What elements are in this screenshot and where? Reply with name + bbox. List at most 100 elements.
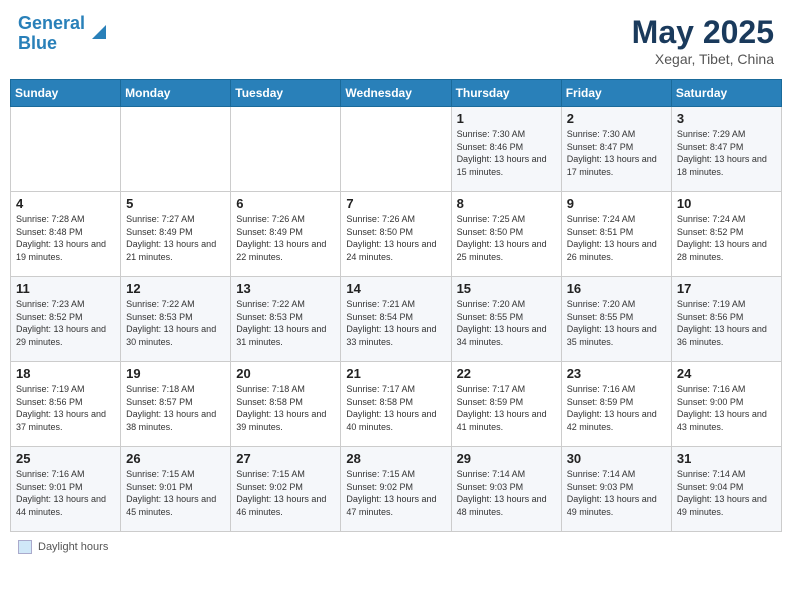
calendar-cell: 11Sunrise: 7:23 AM Sunset: 8:52 PM Dayli… xyxy=(11,277,121,362)
day-info: Sunrise: 7:20 AM Sunset: 8:55 PM Dayligh… xyxy=(457,298,556,348)
calendar-cell: 29 Sunrise: 7:14 AM Sunset: 9:03 PM Dayli… xyxy=(451,447,561,532)
day-number: 28 xyxy=(346,451,445,466)
day-number: 15 xyxy=(457,281,556,296)
calendar-cell: 17Sunrise: 7:19 AM Sunset: 8:56 PM Dayli… xyxy=(671,277,781,362)
calendar-cell: 12Sunrise: 7:22 AM Sunset: 8:53 PM Dayli… xyxy=(121,277,231,362)
day-info: Sunrise: 7:18 AM Sunset: 8:57 PM Dayligh… xyxy=(126,383,225,433)
calendar-cell xyxy=(11,107,121,192)
calendar-cell: 30Sunrise: 7:14 AM Sunset: 9:03 PM Dayli… xyxy=(561,447,671,532)
day-number: 9 xyxy=(567,196,666,211)
legend-label: Daylight hours xyxy=(38,541,108,553)
day-header-wednesday: Wednesday xyxy=(341,80,451,107)
day-info: Sunrise: 7:30 AM Sunset: 8:47 PM Dayligh… xyxy=(567,128,666,178)
day-number: 20 xyxy=(236,366,335,381)
logo: General Blue xyxy=(18,14,110,54)
day-info: Sunrise: 7:27 AM Sunset: 8:49 PM Dayligh… xyxy=(126,213,225,263)
day-info: Sunrise: 7:16 AM Sunset: 8:59 PM Dayligh… xyxy=(567,383,666,433)
day-info: Sunrise: 7:14 AM Sunset: 9:03 PM Dayligh… xyxy=(567,468,666,518)
day-info: Sunrise: 7:30 AM Sunset: 8:46 PM Dayligh… xyxy=(457,128,556,178)
day-info: Sunrise: 7:23 AM Sunset: 8:52 PM Dayligh… xyxy=(16,298,115,348)
day-info: Sunrise: 7:22 AM Sunset: 8:53 PM Dayligh… xyxy=(236,298,335,348)
day-number: 4 xyxy=(16,196,115,211)
day-number: 23 xyxy=(567,366,666,381)
day-number: 19 xyxy=(126,366,225,381)
day-info: Sunrise: 7:20 AM Sunset: 8:55 PM Dayligh… xyxy=(567,298,666,348)
day-info: Sunrise: 7:19 AM Sunset: 8:56 PM Dayligh… xyxy=(16,383,115,433)
logo-text: General Blue xyxy=(18,14,85,54)
logo-blue: Blue xyxy=(18,33,57,53)
day-info: Sunrise: 7:24 AM Sunset: 8:52 PM Dayligh… xyxy=(677,213,776,263)
day-number: 7 xyxy=(346,196,445,211)
day-number: 25 xyxy=(16,451,115,466)
day-info: Sunrise: 7:25 AM Sunset: 8:50 PM Dayligh… xyxy=(457,213,556,263)
calendar-cell: 15 Sunrise: 7:20 AM Sunset: 8:55 PM Dayli… xyxy=(451,277,561,362)
calendar-cell: 19 Sunrise: 7:18 AM Sunset: 8:57 PM Dayli… xyxy=(121,362,231,447)
day-header-tuesday: Tuesday xyxy=(231,80,341,107)
day-number: 14 xyxy=(346,281,445,296)
calendar-cell: 27Sunrise: 7:15 AM Sunset: 9:02 PM Dayli… xyxy=(231,447,341,532)
calendar-cell: 14 Sunrise: 7:21 AM Sunset: 8:54 PM Dayli… xyxy=(341,277,451,362)
day-number: 13 xyxy=(236,281,335,296)
calendar-cell: 24 Sunrise: 7:16 AM Sunset: 9:00 PM Dayli… xyxy=(671,362,781,447)
day-number: 17 xyxy=(677,281,776,296)
calendar-cell: 16 Sunrise: 7:20 AM Sunset: 8:55 PM Dayli… xyxy=(561,277,671,362)
day-number: 8 xyxy=(457,196,556,211)
day-number: 27 xyxy=(236,451,335,466)
calendar-cell xyxy=(341,107,451,192)
day-header-monday: Monday xyxy=(121,80,231,107)
day-number: 31 xyxy=(677,451,776,466)
day-number: 2 xyxy=(567,111,666,126)
calendar-cell: 5 Sunrise: 7:27 AM Sunset: 8:49 PM Daylig… xyxy=(121,192,231,277)
calendar-cell: 3 Sunrise: 7:29 AM Sunset: 8:47 PM Daylig… xyxy=(671,107,781,192)
day-number: 22 xyxy=(457,366,556,381)
day-header-friday: Friday xyxy=(561,80,671,107)
location-title: Xegar, Tibet, China xyxy=(632,51,774,67)
legend-box xyxy=(18,540,32,554)
calendar-cell: 28 Sunrise: 7:15 AM Sunset: 9:02 PM Dayli… xyxy=(341,447,451,532)
day-number: 1 xyxy=(457,111,556,126)
day-info: Sunrise: 7:24 AM Sunset: 8:51 PM Dayligh… xyxy=(567,213,666,263)
day-number: 21 xyxy=(346,366,445,381)
day-number: 5 xyxy=(126,196,225,211)
day-number: 18 xyxy=(16,366,115,381)
day-info: Sunrise: 7:17 AM Sunset: 8:58 PM Dayligh… xyxy=(346,383,445,433)
day-header-saturday: Saturday xyxy=(671,80,781,107)
day-header-thursday: Thursday xyxy=(451,80,561,107)
day-info: Sunrise: 7:14 AM Sunset: 9:03 PM Dayligh… xyxy=(457,468,556,518)
day-number: 24 xyxy=(677,366,776,381)
calendar-header: SundayMondayTuesdayWednesdayThursdayFrid… xyxy=(11,80,782,107)
calendar-cell: 6 Sunrise: 7:26 AM Sunset: 8:49 PM Daylig… xyxy=(231,192,341,277)
day-header-sunday: Sunday xyxy=(11,80,121,107)
logo-icon xyxy=(88,21,110,43)
day-info: Sunrise: 7:18 AM Sunset: 8:58 PM Dayligh… xyxy=(236,383,335,433)
calendar-cell: 1 Sunrise: 7:30 AM Sunset: 8:46 PM Daylig… xyxy=(451,107,561,192)
calendar-cell: 23 Sunrise: 7:16 AM Sunset: 8:59 PM Dayli… xyxy=(561,362,671,447)
logo-general: General xyxy=(18,13,85,33)
calendar-cell: 21 Sunrise: 7:17 AM Sunset: 8:58 PM Dayli… xyxy=(341,362,451,447)
day-number: 10 xyxy=(677,196,776,211)
calendar-cell: 13 Sunrise: 7:22 AM Sunset: 8:53 PM Dayli… xyxy=(231,277,341,362)
calendar-cell: 4Sunrise: 7:28 AM Sunset: 8:48 PM Daylig… xyxy=(11,192,121,277)
day-info: Sunrise: 7:15 AM Sunset: 9:02 PM Dayligh… xyxy=(346,468,445,518)
day-number: 6 xyxy=(236,196,335,211)
calendar-cell: 25Sunrise: 7:16 AM Sunset: 9:01 PM Dayli… xyxy=(11,447,121,532)
day-info: Sunrise: 7:15 AM Sunset: 9:01 PM Dayligh… xyxy=(126,468,225,518)
day-number: 12 xyxy=(126,281,225,296)
calendar-cell xyxy=(231,107,341,192)
day-number: 16 xyxy=(567,281,666,296)
day-number: 3 xyxy=(677,111,776,126)
day-info: Sunrise: 7:16 AM Sunset: 9:00 PM Dayligh… xyxy=(677,383,776,433)
calendar-cell: 22 Sunrise: 7:17 AM Sunset: 8:59 PM Dayli… xyxy=(451,362,561,447)
day-info: Sunrise: 7:17 AM Sunset: 8:59 PM Dayligh… xyxy=(457,383,556,433)
calendar-cell: 26Sunrise: 7:15 AM Sunset: 9:01 PM Dayli… xyxy=(121,447,231,532)
calendar-cell: 18 Sunrise: 7:19 AM Sunset: 8:56 PM Dayli… xyxy=(11,362,121,447)
calendar-cell: 8 Sunrise: 7:25 AM Sunset: 8:50 PM Daylig… xyxy=(451,192,561,277)
calendar-cell: 10 Sunrise: 7:24 AM Sunset: 8:52 PM Dayli… xyxy=(671,192,781,277)
day-info: Sunrise: 7:26 AM Sunset: 8:49 PM Dayligh… xyxy=(236,213,335,263)
day-info: Sunrise: 7:29 AM Sunset: 8:47 PM Dayligh… xyxy=(677,128,776,178)
calendar-cell: 9 Sunrise: 7:24 AM Sunset: 8:51 PM Daylig… xyxy=(561,192,671,277)
page-header: General Blue May 2025 Xegar, Tibet, Chin… xyxy=(10,10,782,71)
day-number: 29 xyxy=(457,451,556,466)
calendar-cell: 31Sunrise: 7:14 AM Sunset: 9:04 PM Dayli… xyxy=(671,447,781,532)
day-info: Sunrise: 7:21 AM Sunset: 8:54 PM Dayligh… xyxy=(346,298,445,348)
